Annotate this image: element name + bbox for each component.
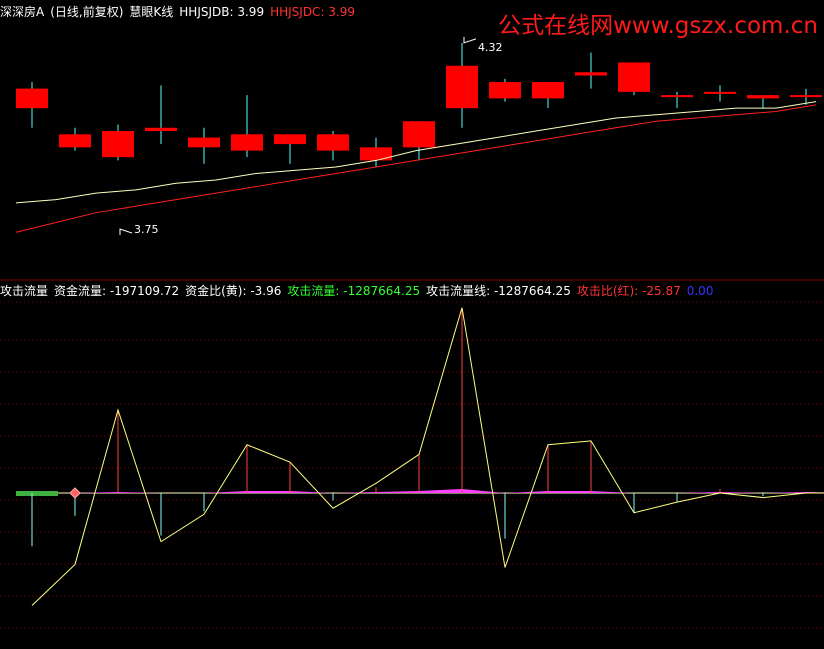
negative-fill bbox=[16, 491, 58, 496]
candle-body bbox=[618, 62, 650, 92]
candle-body bbox=[360, 147, 392, 161]
oscillator-line-yellow bbox=[31, 307, 824, 606]
candle-body bbox=[317, 134, 349, 151]
candle-body bbox=[575, 72, 607, 76]
signal-diamond-icon bbox=[69, 487, 81, 499]
candle-body bbox=[102, 131, 134, 158]
candle-body bbox=[188, 137, 220, 148]
chart-canvas: 4.32 3.75 bbox=[0, 36, 824, 629]
candle-body bbox=[16, 88, 48, 109]
candle-body bbox=[790, 95, 822, 98]
candle-body bbox=[59, 134, 91, 148]
candle-body bbox=[403, 121, 435, 148]
magenta-fill bbox=[32, 489, 824, 493]
annotation-label: 4.32 bbox=[478, 41, 503, 54]
candle-body bbox=[231, 134, 263, 151]
candle-body bbox=[747, 95, 779, 99]
candle-body bbox=[532, 82, 564, 99]
annotation-arrow bbox=[463, 36, 477, 44]
annotation-label: 3.75 bbox=[134, 223, 159, 236]
ma-line-yellow bbox=[15, 101, 817, 204]
candle-body bbox=[489, 82, 521, 99]
annotation-arrow bbox=[119, 228, 133, 236]
candle-body bbox=[704, 91, 736, 94]
candle-body bbox=[145, 127, 177, 132]
candle-body bbox=[661, 95, 693, 98]
candle-body bbox=[446, 65, 478, 109]
candle-body bbox=[274, 134, 306, 145]
